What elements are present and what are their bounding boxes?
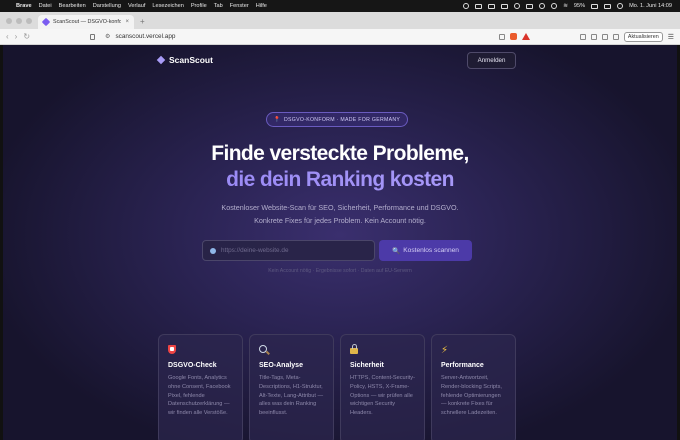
site-logo[interactable]: ScanScout: [156, 55, 213, 65]
menu-app-name[interactable]: Brave: [16, 3, 32, 9]
sidebar-icon[interactable]: [579, 33, 586, 40]
subline-line-2: Konkrete Fixes für jedes Problem. Kein A…: [254, 216, 426, 225]
menu-fenster[interactable]: Fenster: [230, 3, 249, 9]
window-edge-left: [0, 45, 3, 440]
hero-hint: Kein Account nötig · Ergebnisse sofort ·…: [268, 268, 412, 274]
menu-profile[interactable]: Profile: [191, 3, 207, 9]
menu-hilfe[interactable]: Hilfe: [256, 3, 267, 9]
feature-card-performance: ⚡ Performance Server-Antwortzeit, Render…: [431, 334, 516, 440]
status-icon[interactable]: [463, 3, 470, 9]
feature-description: Server-Antwortzeit, Render-blocking Scri…: [441, 375, 502, 417]
browser-tabstrip: ScanScout — DSGVO-konform × +: [0, 12, 680, 29]
bookmark-icon[interactable]: [90, 33, 96, 40]
search-icon: 🔍: [392, 247, 401, 255]
wifi-icon[interactable]: ≋: [563, 3, 568, 9]
address-bar[interactable]: ⚙ scanscout.vercel.app: [105, 33, 175, 40]
page-viewport: ScanScout Anmelden 📍 DSGVO-KONFORM · MAD…: [0, 45, 680, 440]
zoom-window-button[interactable]: [26, 17, 32, 24]
status-icon[interactable]: [501, 3, 509, 9]
scanscout-favicon-icon: [41, 17, 51, 27]
tab-close-icon[interactable]: ×: [125, 19, 129, 25]
status-icon[interactable]: [526, 3, 534, 9]
wallet-icon[interactable]: [601, 33, 608, 40]
tab-title: ScanScout — DSGVO-konform: [53, 19, 122, 25]
scan-button-label: Kostenlos scannen: [403, 247, 459, 254]
feature-card-security: Sicherheit HTTPS, Content-Security-Polic…: [340, 334, 425, 440]
feature-description: Google Fonts, Analytics ohne Consent, Fa…: [168, 375, 231, 417]
tab-scanscout[interactable]: ScanScout — DSGVO-konform ×: [38, 15, 134, 29]
menu-darstellung[interactable]: Darstellung: [93, 3, 121, 9]
reload-icon[interactable]: ↻: [23, 32, 30, 41]
website-url-input[interactable]: [221, 247, 361, 254]
feature-description: HTTPS, Content-Security-Policy, HSTS, X-…: [350, 375, 415, 417]
site-header: ScanScout Anmelden: [0, 45, 680, 77]
update-button[interactable]: Aktualisieren: [623, 31, 663, 42]
pin-icon: 📍: [273, 116, 281, 123]
site-settings-icon[interactable]: ⚙: [105, 33, 110, 40]
extensions-icon[interactable]: [590, 33, 597, 40]
menu-tab[interactable]: Tab: [214, 3, 223, 9]
url-text[interactable]: scanscout.vercel.app: [115, 33, 175, 40]
feature-card-dsgvo: DSGVO-Check Google Fonts, Analytics ohne…: [158, 334, 243, 440]
login-button[interactable]: Anmelden: [467, 52, 516, 69]
rewards-icon[interactable]: [521, 33, 530, 40]
globe-icon: [210, 247, 216, 254]
menu-verlauf[interactable]: Verlauf: [128, 3, 145, 9]
battery-icon[interactable]: [591, 3, 599, 9]
subline-line-1: Kostenloser Website-Scan für SEO, Sicher…: [221, 203, 459, 212]
brave-shields-icon[interactable]: [509, 33, 517, 40]
scan-button[interactable]: 🔍 Kostenlos scannen: [379, 240, 472, 261]
nav-buttons: ‹ › ↻: [6, 32, 30, 41]
browser-toolbar: ‹ › ↻ ⚙ scanscout.vercel.app Aktualisier…: [0, 29, 680, 45]
battery-percent: 95%: [573, 3, 586, 9]
badge-text: DSGVO-KONFORM · MADE FOR GERMANY: [283, 116, 401, 123]
menubar-status-area: ≋ 95% Mo. 1. Juni 14:09: [463, 3, 672, 9]
vpn-icon[interactable]: [612, 33, 619, 40]
hero-headline: Finde versteckte Probleme, die dein Rank…: [0, 141, 680, 193]
forward-icon[interactable]: ›: [15, 32, 18, 41]
status-icon[interactable]: [551, 3, 558, 9]
menu-bearbeiten[interactable]: Bearbeiten: [59, 3, 86, 9]
compliance-badge: 📍 DSGVO-KONFORM · MADE FOR GERMANY: [266, 112, 408, 127]
toolbar-right: Aktualisieren ☰: [498, 31, 674, 42]
feature-title: Performance: [441, 362, 484, 369]
close-window-button[interactable]: [6, 17, 12, 24]
status-icon[interactable]: [475, 3, 483, 9]
feature-title: Sicherheit: [350, 362, 384, 369]
feature-description: Title-Tags, Meta-Descriptions, H1-Strukt…: [259, 375, 324, 417]
menubar-clock[interactable]: Mo. 1. Juni 14:09: [629, 3, 672, 9]
lightning-icon: ⚡: [441, 345, 449, 356]
macos-menubar: Brave Datei Bearbeiten Darstellung Verla…: [0, 0, 680, 12]
feature-title: DSGVO-Check: [168, 362, 217, 369]
url-input-wrapper[interactable]: [202, 240, 375, 261]
control-center-icon[interactable]: [604, 3, 612, 9]
minimize-window-button[interactable]: [16, 17, 22, 24]
window-controls: [6, 12, 32, 29]
search-icon[interactable]: [539, 3, 546, 9]
headline-line-2: die dein Ranking kosten: [0, 167, 680, 193]
magnifier-icon: [259, 345, 324, 357]
logo-diamond-icon: [156, 55, 166, 65]
feature-title: SEO-Analyse: [259, 362, 303, 369]
logo-text: ScanScout: [169, 55, 213, 65]
menu-lesezeichen[interactable]: Lesezeichen: [152, 3, 183, 9]
hamburger-menu-icon[interactable]: ☰: [668, 33, 674, 41]
siri-icon[interactable]: [617, 3, 624, 9]
menu-datei[interactable]: Datei: [39, 3, 52, 9]
share-icon[interactable]: [498, 33, 505, 40]
lock-icon: [350, 344, 415, 357]
hero-subline: Kostenloser Website-Scan für SEO, Sicher…: [0, 201, 680, 227]
headline-line-1: Finde versteckte Probleme,: [211, 142, 469, 165]
feature-card-seo: SEO-Analyse Title-Tags, Meta-Description…: [249, 334, 334, 440]
status-icon[interactable]: [488, 3, 496, 9]
shield-icon: [168, 345, 233, 357]
back-icon[interactable]: ‹: [6, 32, 9, 41]
status-icon[interactable]: [514, 3, 521, 9]
new-tab-button[interactable]: +: [140, 15, 145, 29]
